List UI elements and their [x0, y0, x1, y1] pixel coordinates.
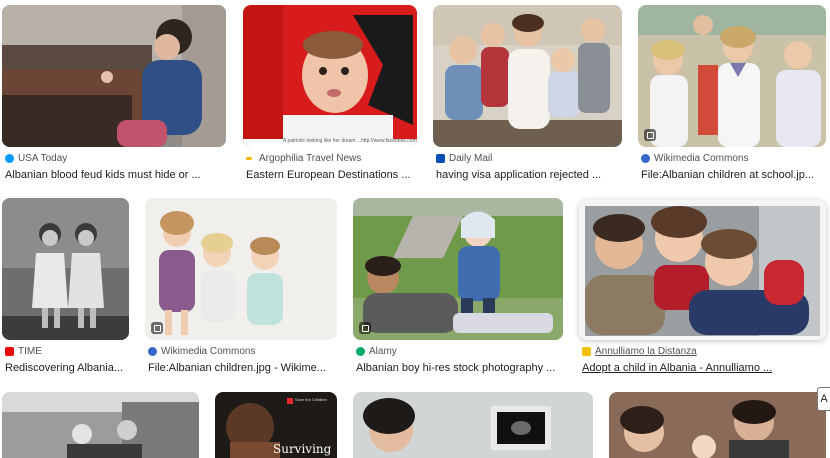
source-name: Wikimedia Commons: [161, 346, 256, 357]
daily-mail-favicon-icon: [436, 154, 445, 163]
thumbnail-image: [579, 200, 826, 340]
source-name: Argophilia Travel News: [259, 153, 362, 164]
result-thumbnail-5[interactable]: [2, 198, 129, 340]
result-thumbnail-12[interactable]: [609, 392, 826, 458]
thumbnail-image: [145, 198, 337, 340]
annulliamo-favicon-icon: [582, 347, 591, 356]
source-name: Daily Mail: [449, 153, 493, 164]
wikimedia-favicon-icon: [641, 154, 650, 163]
result-title[interactable]: File:Albanian children at school.jp...: [641, 169, 826, 181]
source-name: Annulliamo la Distanza: [595, 346, 697, 357]
wikimedia-favicon-icon: [148, 347, 157, 356]
result-source[interactable]: Alamy: [356, 346, 561, 357]
thumbnail-image: [2, 198, 129, 340]
result-title[interactable]: Eastern European Destinations ...: [246, 169, 418, 181]
result-thumbnail-8[interactable]: [579, 200, 826, 340]
usa-today-favicon-icon: [5, 154, 14, 163]
result-source[interactable]: Wikimedia Commons: [641, 153, 826, 164]
result-source[interactable]: Daily Mail: [436, 153, 621, 164]
time-favicon-icon: [5, 347, 14, 356]
thumbnail-image: [353, 198, 563, 340]
source-name: TIME: [18, 346, 42, 357]
result-thumbnail-3[interactable]: [433, 5, 622, 147]
argophilia-favicon-icon: [246, 157, 252, 160]
result-thumbnail-11[interactable]: [353, 392, 593, 458]
result-source[interactable]: TIME: [5, 346, 130, 357]
result-source[interactable]: Argophilia Travel News: [246, 153, 416, 164]
result-source[interactable]: USA Today: [5, 153, 225, 164]
result-thumbnail-4[interactable]: [638, 5, 826, 147]
result-title[interactable]: File:Albanian children.jpg - Wikime...: [148, 362, 336, 374]
source-name: Alamy: [369, 346, 397, 357]
result-title[interactable]: having visa application rejected ...: [436, 169, 623, 181]
multiple-images-icon: [151, 322, 163, 334]
thumbnail-caption: Surviving: [273, 442, 332, 456]
thumbnail-image: [243, 5, 417, 147]
thumbnail-image: [2, 392, 199, 458]
thumbnail-image: [353, 392, 593, 458]
result-title[interactable]: Albanian boy hi-res stock photography ..…: [356, 362, 561, 374]
thumbnail-image: [638, 5, 826, 147]
result-thumbnail-7[interactable]: [353, 198, 563, 340]
source-name: USA Today: [18, 153, 68, 164]
result-thumbnail-6[interactable]: [145, 198, 337, 340]
result-thumbnail-1[interactable]: [2, 5, 226, 147]
thumbnail-image: [433, 5, 622, 147]
result-source[interactable]: Annulliamo la Distanza: [582, 346, 822, 357]
thumbnail-image: [2, 5, 226, 147]
result-title[interactable]: Rediscovering Albania...: [5, 362, 130, 374]
result-source[interactable]: Wikimedia Commons: [148, 346, 336, 357]
result-title[interactable]: Adopt a child in Albania - Annulliamo ..…: [582, 362, 822, 374]
alamy-favicon-icon: [356, 347, 365, 356]
result-thumbnail-2[interactable]: A patriotic-looking like her dream ...ht…: [243, 5, 417, 147]
result-title[interactable]: Albanian blood feud kids must hide or ..…: [5, 169, 227, 181]
thumbnail-caption: A patriotic-looking like her dream ...ht…: [283, 138, 417, 144]
thumbnail-image: [609, 392, 826, 458]
side-panel-tab[interactable]: A: [817, 387, 830, 411]
multiple-images-icon: [359, 322, 371, 334]
multiple-images-icon: [644, 129, 656, 141]
result-thumbnail-9[interactable]: [2, 392, 199, 458]
result-thumbnail-10[interactable]: Save the Children Surviving: [215, 392, 337, 458]
source-name: Wikimedia Commons: [654, 153, 749, 164]
save-the-children-label: Save the Children: [295, 397, 327, 402]
